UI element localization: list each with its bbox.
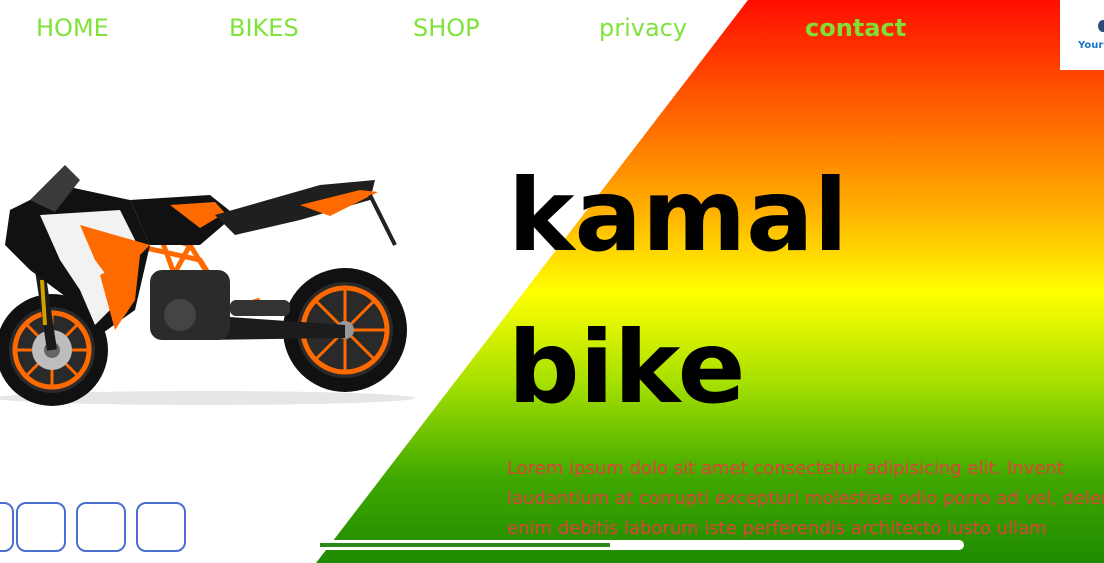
thumbnail-button-2[interactable] [16,502,66,552]
top-nav: HOME BIKES SHOP privacy contact [0,14,1000,48]
thumbnail-button-4[interactable] [136,502,186,552]
hero-title-line1: kamal [508,157,848,274]
thumbnail-button-3[interactable] [76,502,126,552]
page: HOME BIKES SHOP privacy contact YourC [0,0,1104,563]
logo[interactable]: YourC [1060,0,1104,70]
hero-description: Lorem ipsum dolo sit amet consectetur ad… [507,458,1104,539]
logo-text: YourC [1078,40,1104,51]
nav-shop-link[interactable]: SHOP [413,14,480,42]
motorcycle-image [0,165,415,406]
hero-title-line2: bike [508,309,746,426]
nav-privacy-link[interactable]: privacy [599,14,687,42]
thumbnail-button-1[interactable] [0,502,14,552]
nav-bikes-link[interactable]: BIKES [229,14,299,42]
progress-fill [320,542,610,548]
logo-icon [1098,20,1104,32]
nav-home-link[interactable]: HOME [36,14,109,42]
hero-title: kamal bike [508,140,848,444]
nav-contact-link[interactable]: contact [805,14,906,42]
